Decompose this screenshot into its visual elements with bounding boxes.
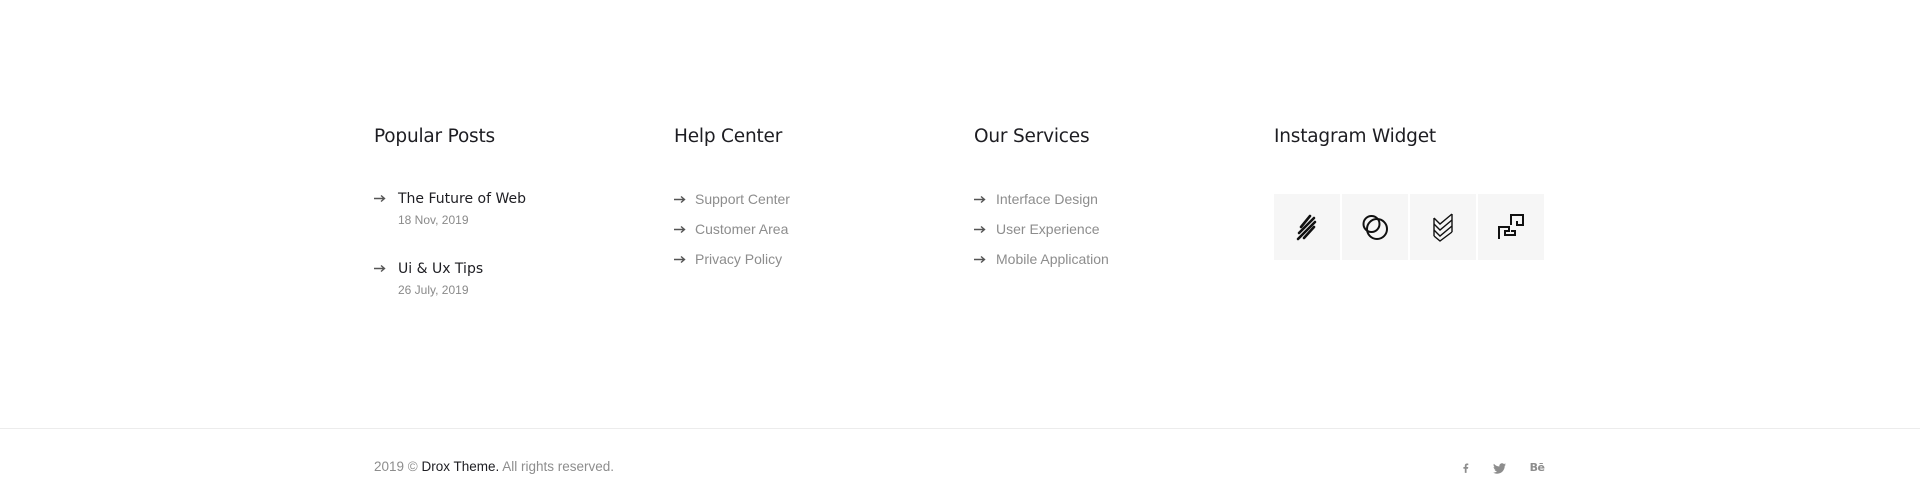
arrow-right-icon <box>974 195 986 204</box>
arrow-right-icon <box>674 225 686 234</box>
link-label[interactable]: Interface Design <box>996 191 1098 208</box>
footer-widgets: Popular Posts The Future of Web 18 Nov, … <box>0 0 1920 429</box>
arrow-right-icon <box>974 255 986 264</box>
arrow-right-icon <box>674 255 686 264</box>
instagram-tile[interactable] <box>1478 194 1544 260</box>
behance-icon[interactable]: Bē <box>1528 461 1546 475</box>
copyright-prefix: 2019 © <box>374 459 422 474</box>
instagram-tile[interactable] <box>1342 194 1408 260</box>
arrow-right-icon <box>374 264 386 273</box>
popular-posts-title: Popular Posts <box>374 126 495 147</box>
our-services-widget: Our Services Interface Design User Exper… <box>974 125 1234 267</box>
instagram-tile[interactable] <box>1274 194 1340 260</box>
footer-bottom-bar: 2019 © Drox Theme. All rights reserved. … <box>0 429 1920 504</box>
link-label[interactable]: Mobile Application <box>996 251 1109 268</box>
post-title-link[interactable]: The Future of Web <box>398 190 526 208</box>
post-title-link[interactable]: Ui & Ux Tips <box>398 260 483 278</box>
link-label[interactable]: Privacy Policy <box>695 251 782 268</box>
facebook-icon[interactable] <box>1460 461 1470 475</box>
brand-link[interactable]: Drox Theme. <box>421 459 499 474</box>
slashes-logo-icon <box>1296 214 1317 241</box>
help-center-widget: Help Center Support Center Customer Area… <box>674 125 934 267</box>
square-steps-logo-icon <box>1498 214 1524 239</box>
instagram-grid <box>1274 194 1544 260</box>
arrow-right-icon <box>674 195 686 204</box>
instagram-tile[interactable] <box>1410 194 1476 260</box>
instagram-widget-title: Instagram Widget <box>1274 126 1436 147</box>
our-services-title: Our Services <box>974 126 1090 147</box>
social-links: Bē <box>1460 461 1546 475</box>
copyright-suffix: All rights reserved. <box>499 459 615 474</box>
stacked-chevrons-logo-icon <box>1433 213 1453 242</box>
post-date: 18 Nov, 2019 <box>398 213 469 227</box>
instagram-widget: Instagram Widget <box>1274 125 1574 260</box>
link-label[interactable]: User Experience <box>996 221 1100 238</box>
post-date: 26 July, 2019 <box>398 283 469 297</box>
popular-posts-widget: Popular Posts The Future of Web 18 Nov, … <box>374 125 634 297</box>
help-center-title: Help Center <box>674 126 783 147</box>
copyright-text: 2019 © Drox Theme. All rights reserved. <box>374 458 614 475</box>
link-label[interactable]: Customer Area <box>695 221 788 238</box>
arrow-right-icon <box>374 194 386 203</box>
link-label[interactable]: Support Center <box>695 191 790 208</box>
overlapping-circles-logo-icon <box>1362 215 1388 240</box>
twitter-icon[interactable] <box>1492 461 1506 475</box>
arrow-right-icon <box>974 225 986 234</box>
